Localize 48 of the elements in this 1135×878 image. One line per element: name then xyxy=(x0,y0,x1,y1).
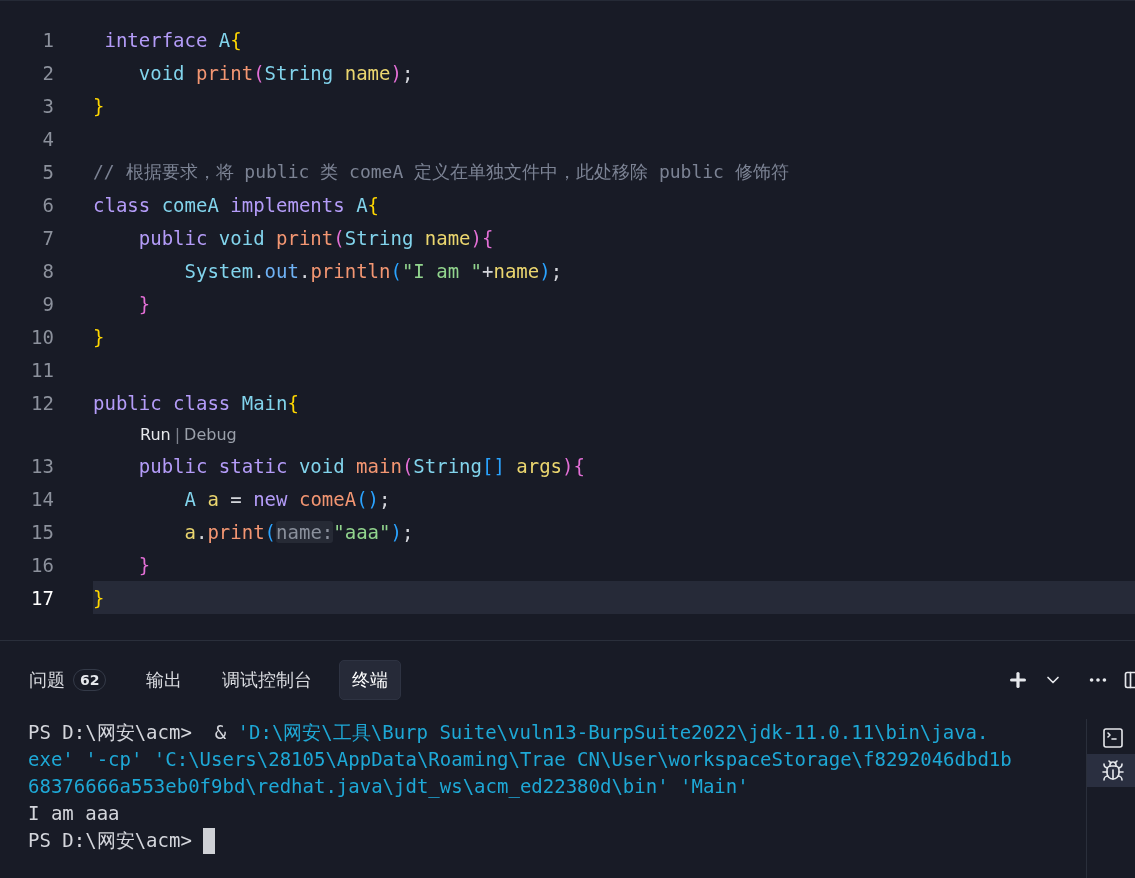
bug-icon-button[interactable] xyxy=(1087,754,1135,787)
terminal-line: PS D:\网安\acm> & 'D:\网安\工具\Burp Suite\vuln13-BurpSuite2022\jdk-11.0.11\bin\java. xyxy=(28,720,989,745)
separator: | xyxy=(174,424,181,444)
panel-tab[interactable]: 调试控制台 xyxy=(209,660,326,700)
codelens-link[interactable]: Debug xyxy=(184,424,237,444)
line-number: 9 xyxy=(41,292,54,315)
panel-tab[interactable]: 输出 xyxy=(133,660,196,700)
line-number: 2 xyxy=(41,61,54,84)
code-line: } xyxy=(137,553,151,576)
line-number: 4 xyxy=(41,127,54,150)
line-number: 16 xyxy=(30,553,54,576)
line-number: 17 xyxy=(30,586,54,609)
code-line: } xyxy=(93,94,105,117)
code-line: void print(String name); xyxy=(137,61,414,84)
bug-icon xyxy=(1101,758,1125,783)
add-icon[interactable] xyxy=(1007,669,1029,691)
line-number: 7 xyxy=(41,226,54,249)
code-line: interface A{ xyxy=(103,28,242,51)
line-number: 14 xyxy=(30,487,54,510)
code-line: public void print(String name){ xyxy=(137,226,494,249)
line-number: 13 xyxy=(30,454,54,477)
line-number: 5 xyxy=(41,160,54,183)
panel-tab[interactable]: 终端 xyxy=(339,660,402,700)
code-line: A a = new comeA(); xyxy=(183,487,391,510)
line-number: 10 xyxy=(30,325,54,348)
codelens-link[interactable]: Run xyxy=(140,424,171,444)
terminal-line: I am aaa xyxy=(28,801,120,826)
line-number: 8 xyxy=(41,259,54,282)
code-line: } xyxy=(137,292,151,315)
line-number: 3 xyxy=(41,94,54,117)
code-line: public static void main(String[] args){ xyxy=(137,454,585,477)
code-line: System.out.println("I am "+name); xyxy=(183,259,563,282)
code-line: a.print(name:"aaa"); xyxy=(183,520,414,543)
terminal-line: exe' '-cp' 'C:\Users\28105\AppData\Roaming\Trae CN\User\workspaceStorage\f8292046dbd1b xyxy=(28,747,1012,772)
line-number: 1 xyxy=(41,28,54,51)
code-line: } xyxy=(93,586,105,609)
code-line: } xyxy=(93,325,105,348)
code-line: class comeA implements A{ xyxy=(93,193,380,216)
panel-tab[interactable]: 问题 62 xyxy=(16,660,120,700)
terminal-line: 68376666a553eb0f9bd\redhat.java\jdt_ws\acm_ed22380d\bin' 'Main' xyxy=(28,774,749,800)
line-number: 11 xyxy=(30,358,54,381)
line-number: 15 xyxy=(30,520,54,543)
line-number: 12 xyxy=(30,391,54,414)
code-line: // 根据要求，将 public 类 comeA 定义在单独文件中，此处移除 public 修饰符 xyxy=(93,159,789,184)
terminal-icon xyxy=(1101,725,1125,750)
line-number: 6 xyxy=(41,193,54,216)
terminal-line: PS D:\网安\acm> xyxy=(28,828,193,853)
code-line: public class Main{ xyxy=(93,391,299,414)
